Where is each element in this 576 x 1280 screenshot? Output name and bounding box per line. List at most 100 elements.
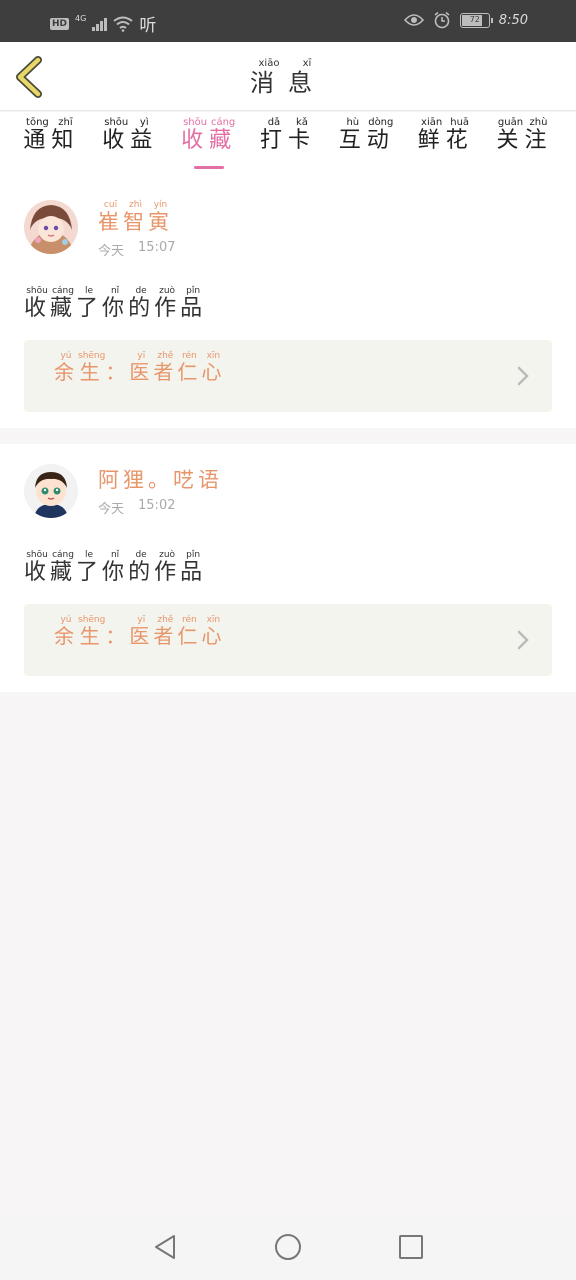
network-type: 4G <box>75 14 87 23</box>
pinyin-char: 语 <box>198 468 223 492</box>
pinyin-char: 的de <box>128 550 155 585</box>
tab-earnings[interactable]: 收shōu益yì <box>95 112 165 180</box>
pinyin-char: 了le <box>76 550 103 585</box>
tab-favorites[interactable]: 收shōu藏cáng <box>174 112 244 180</box>
message-date: 今天 <box>98 502 125 517</box>
status-left: HD 4G 听 <box>50 11 156 36</box>
pinyin-char: 打dǎ <box>259 117 288 153</box>
wifi-icon <box>113 16 133 32</box>
pinyin-char: 收shōu <box>24 286 51 321</box>
message-card: 阿狸。呓语今天 15:02 收shōu藏cáng了le你nǐ的de作zuò品pǐn 余… <box>0 444 576 692</box>
pinyin-char: 关guān <box>496 117 525 153</box>
avatar[interactable] <box>24 200 78 254</box>
clock: 8:50 <box>498 12 528 28</box>
pinyin-char: 。 <box>148 468 173 492</box>
tab-bar: 通tōng知zhī 收shōu益yì 收shōu藏cáng 打dǎ卡kǎ 互hù动dòn… <box>0 112 576 180</box>
pinyin-char: 息xī <box>288 58 326 97</box>
pinyin-char: 鲜xiān <box>417 117 446 153</box>
pinyin-char: 阿 <box>98 468 123 492</box>
nav-back-icon[interactable] <box>152 1233 178 1261</box>
work-link[interactable]: 余yú生shēng：医yī者zhě仁rén心xīn <box>24 340 552 412</box>
pinyin-char: 医yī <box>129 615 154 648</box>
pinyin-char: 崔cuī <box>98 200 123 234</box>
pinyin-char: 的de <box>128 286 155 321</box>
nav-home-icon[interactable] <box>274 1233 302 1261</box>
message-time: 15:07 <box>138 240 176 255</box>
active-tab-indicator <box>194 166 225 169</box>
pinyin-char: 生shēng <box>78 351 106 384</box>
message-timestamp: 今天 15:07 <box>98 240 175 259</box>
pinyin-char: 呓 <box>173 468 198 492</box>
eye-icon <box>403 14 424 26</box>
alarm-icon <box>434 11 450 29</box>
pinyin-char: 通tōng <box>23 117 52 153</box>
pinyin-char: ： <box>105 360 130 384</box>
pinyin-char: 作zuò <box>154 550 181 585</box>
hd-badge: HD <box>50 17 70 30</box>
pinyin-char: 心xīn <box>201 615 226 648</box>
message-timestamp: 今天 15:02 <box>98 498 223 517</box>
message-date: 今天 <box>98 244 125 259</box>
chevron-right-icon <box>517 366 529 386</box>
pinyin-char: 寅yín <box>148 200 173 234</box>
avatar[interactable] <box>24 464 78 518</box>
system-nav-bar <box>0 1214 576 1280</box>
pinyin-char: 品pǐn <box>180 286 207 321</box>
pinyin-char: 动dòng <box>366 117 395 153</box>
battery-icon: 72 <box>459 12 493 28</box>
pinyin-char: 藏cáng <box>209 117 238 153</box>
pinyin-char: 知zhī <box>51 117 80 153</box>
pinyin-char: 益yì <box>130 117 159 153</box>
pinyin-char: 藏cáng <box>50 286 77 321</box>
pinyin-char: 花huā <box>445 117 474 153</box>
pinyin-char: 了le <box>76 286 103 321</box>
sender-info: 阿狸。呓语今天 15:02 <box>98 464 223 517</box>
tab-checkin[interactable]: 打dǎ卡kǎ <box>253 112 323 180</box>
page-title: 消xiāo息xī <box>0 58 576 98</box>
pinyin-char: 互hù <box>338 117 367 153</box>
pinyin-char: 你nǐ <box>102 286 129 321</box>
message-list: 崔cuī智zhì寅yín 今天 15:07 收shōu藏cáng了le你nǐ的de作z… <box>0 180 576 708</box>
pinyin-char: 注zhù <box>524 117 553 153</box>
pinyin-char: 你nǐ <box>102 550 129 585</box>
pinyin-char: 仁rén <box>177 351 202 384</box>
pinyin-char: 作zuò <box>154 286 181 321</box>
sender-name[interactable]: 崔cuī智zhì寅yín <box>98 200 175 236</box>
tab-follows[interactable]: 关guān注zhù <box>489 112 559 180</box>
pinyin-char: 仁rén <box>177 615 202 648</box>
pinyin-char: 余yú <box>54 351 78 384</box>
pinyin-char: 收shōu <box>24 550 51 585</box>
pinyin-char: 收shōu <box>102 117 131 153</box>
page-header: 消xiāo息xī <box>0 42 576 111</box>
pinyin-char: 余yú <box>54 615 78 648</box>
pinyin-char: 心xīn <box>201 351 226 384</box>
tab-interactions[interactable]: 互hù动dòng <box>332 112 402 180</box>
pinyin-char: 智zhì <box>123 200 148 234</box>
tab-flowers[interactable]: 鲜xiān花huā <box>411 112 481 180</box>
pinyin-char: 藏cáng <box>50 550 77 585</box>
work-link[interactable]: 余yú生shēng：医yī者zhě仁rén心xīn <box>24 604 552 676</box>
pinyin-char: 狸 <box>123 468 148 492</box>
battery-level: 72 <box>469 14 480 24</box>
message-card: 崔cuī智zhì寅yín 今天 15:07 收shōu藏cáng了le你nǐ的de作z… <box>0 180 576 428</box>
app-indicator: 听 <box>139 16 157 36</box>
tab-notifications[interactable]: 通tōng知zhī <box>16 112 86 180</box>
pinyin-char: 收shōu <box>181 117 210 153</box>
message-action-text: 收shōu藏cáng了le你nǐ的de作zuò品pǐn <box>24 550 552 586</box>
pinyin-char: 消xiāo <box>250 58 288 97</box>
status-right: 72 8:50 <box>403 11 528 29</box>
pinyin-char: 者zhě <box>153 351 178 384</box>
message-time: 15:02 <box>138 498 176 513</box>
message-header: 崔cuī智zhì寅yín 今天 15:07 <box>24 200 552 264</box>
status-bar: HD 4G 听 72 8:50 <box>0 0 576 42</box>
pinyin-char: 品pǐn <box>180 550 207 585</box>
chevron-right-icon <box>517 630 529 650</box>
sender-name[interactable]: 阿狸。呓语 <box>98 464 223 494</box>
signal-icon <box>92 17 108 31</box>
nav-recents-icon[interactable] <box>398 1234 424 1260</box>
pinyin-char: ： <box>105 624 130 648</box>
pinyin-char: 生shēng <box>78 615 106 648</box>
message-action-text: 收shōu藏cáng了le你nǐ的de作zuò品pǐn <box>24 286 552 322</box>
pinyin-char: 者zhě <box>153 615 178 648</box>
sender-info: 崔cuī智zhì寅yín 今天 15:07 <box>98 200 175 259</box>
